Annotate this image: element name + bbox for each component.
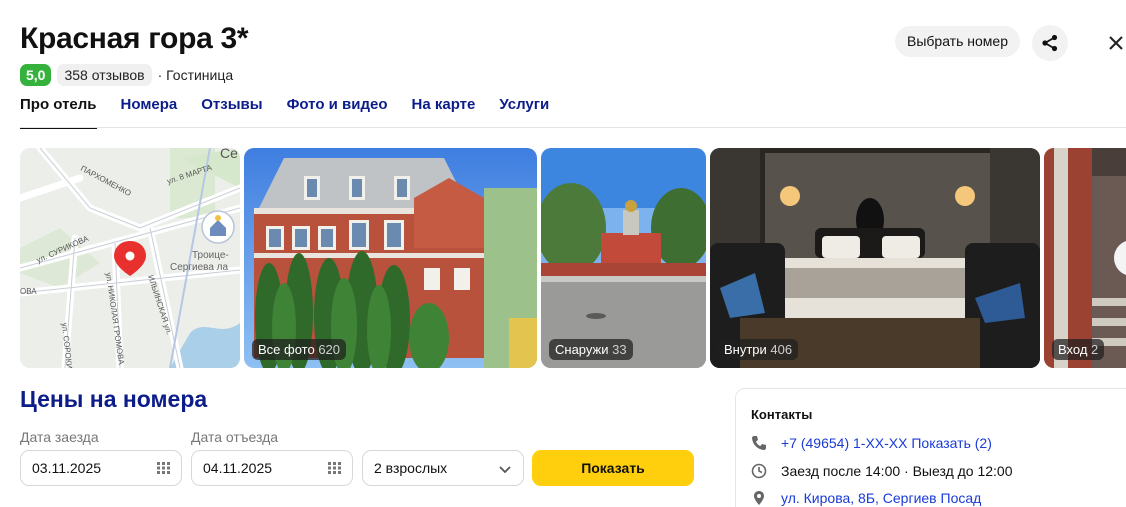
map-poi-label: Троице- [192,250,229,261]
checkout-value: 04.11.2025 [203,460,273,476]
close-button[interactable] [1102,29,1126,57]
hotel-building-photo [244,148,537,368]
contacts-card: Контакты +7 (49654) 1-XX-XX Показать (2)… [735,388,1126,507]
photo-tile-label: Все фото 620 [252,339,347,360]
checkout-label: Дата отъезда [191,429,279,445]
guests-value: 2 взрослых [374,460,448,476]
show-prices-button[interactable]: Показать [532,450,694,486]
photo-tile-outside[interactable]: Снаружи 33 [541,148,706,368]
tab-map[interactable]: На карте [412,96,476,129]
checkin-hours: Заезд после 14:00 · Выезд до 12:00 [781,463,1013,479]
rating-badge[interactable]: 5,0 [20,64,52,86]
contacts-title: Контакты [751,407,813,422]
photo-tile-label: Снаружи 33 [549,339,633,360]
address-link[interactable]: ул. Кирова, 8Б, Сергиев Посад [781,490,981,506]
address-row: ул. Кирова, 8Б, Сергиев Посад [751,490,981,506]
map-image: ПАРХОМЕНКО ул. 8 МАРТА ул. СУРИКОВА ул. … [20,148,240,368]
tab-services[interactable]: Услуги [499,96,549,129]
tab-photos[interactable]: Фото и видео [287,96,388,129]
calendar-icon [157,462,170,474]
photo-tile-label: Вход 2 [1052,339,1105,360]
map-preview[interactable]: ПАРХОМЕНКО ул. 8 МАРТА ул. СУРИКОВА ул. … [20,148,240,368]
hours-row: Заезд после 14:00 · Выезд до 12:00 [751,463,1013,479]
phone-row: +7 (49654) 1-XX-XX Показать (2) [751,435,992,451]
share-icon [1042,34,1058,52]
hotel-title: Красная гора 3* [20,22,249,55]
choose-room-button[interactable]: Выбрать номер [895,26,1020,57]
prices-title: Цены на номера [20,386,208,412]
map-street-label: ОВА [20,287,37,296]
checkin-value: 03.11.2025 [32,460,102,476]
hotel-type: · Гостиница [157,67,234,83]
clock-icon [751,463,767,479]
phone-link[interactable]: +7 (49654) 1-XX-XX Показать (2) [781,435,992,451]
reviews-count[interactable]: 358 отзывов [57,64,152,86]
photo-tile-inside[interactable]: Внутри 406 [710,148,1040,368]
share-button[interactable] [1032,25,1068,61]
map-street-label: Се [220,148,238,161]
tab-rooms[interactable]: Номера [121,96,178,129]
hotel-meta: 5,0 358 отзывов · Гостиница [20,64,233,86]
photo-tile-entrance[interactable]: Вход 2 [1044,148,1126,368]
tab-bar: Про отель Номера Отзывы Фото и видео На … [20,96,549,129]
guests-select[interactable]: 2 взрослых [362,450,524,486]
calendar-icon [328,462,341,474]
phone-icon [752,436,766,450]
photo-tile-all[interactable]: Все фото 620 [244,148,537,368]
map-poi-label: Сергиева ла [170,262,229,273]
close-icon [1109,36,1123,50]
location-icon [754,491,764,505]
room-photo [710,148,1040,368]
checkout-date-field[interactable]: 04.11.2025 [191,450,353,486]
outside-photo [541,148,706,368]
entrance-photo [1044,148,1126,368]
checkin-date-field[interactable]: 03.11.2025 [20,450,182,486]
chevron-down-icon [499,466,511,474]
photo-tile-label: Внутри 406 [718,339,799,360]
tab-about[interactable]: Про отель [20,96,97,129]
tabs-divider [20,127,1126,128]
tab-reviews[interactable]: Отзывы [201,96,262,129]
checkin-label: Дата заезда [20,429,99,445]
